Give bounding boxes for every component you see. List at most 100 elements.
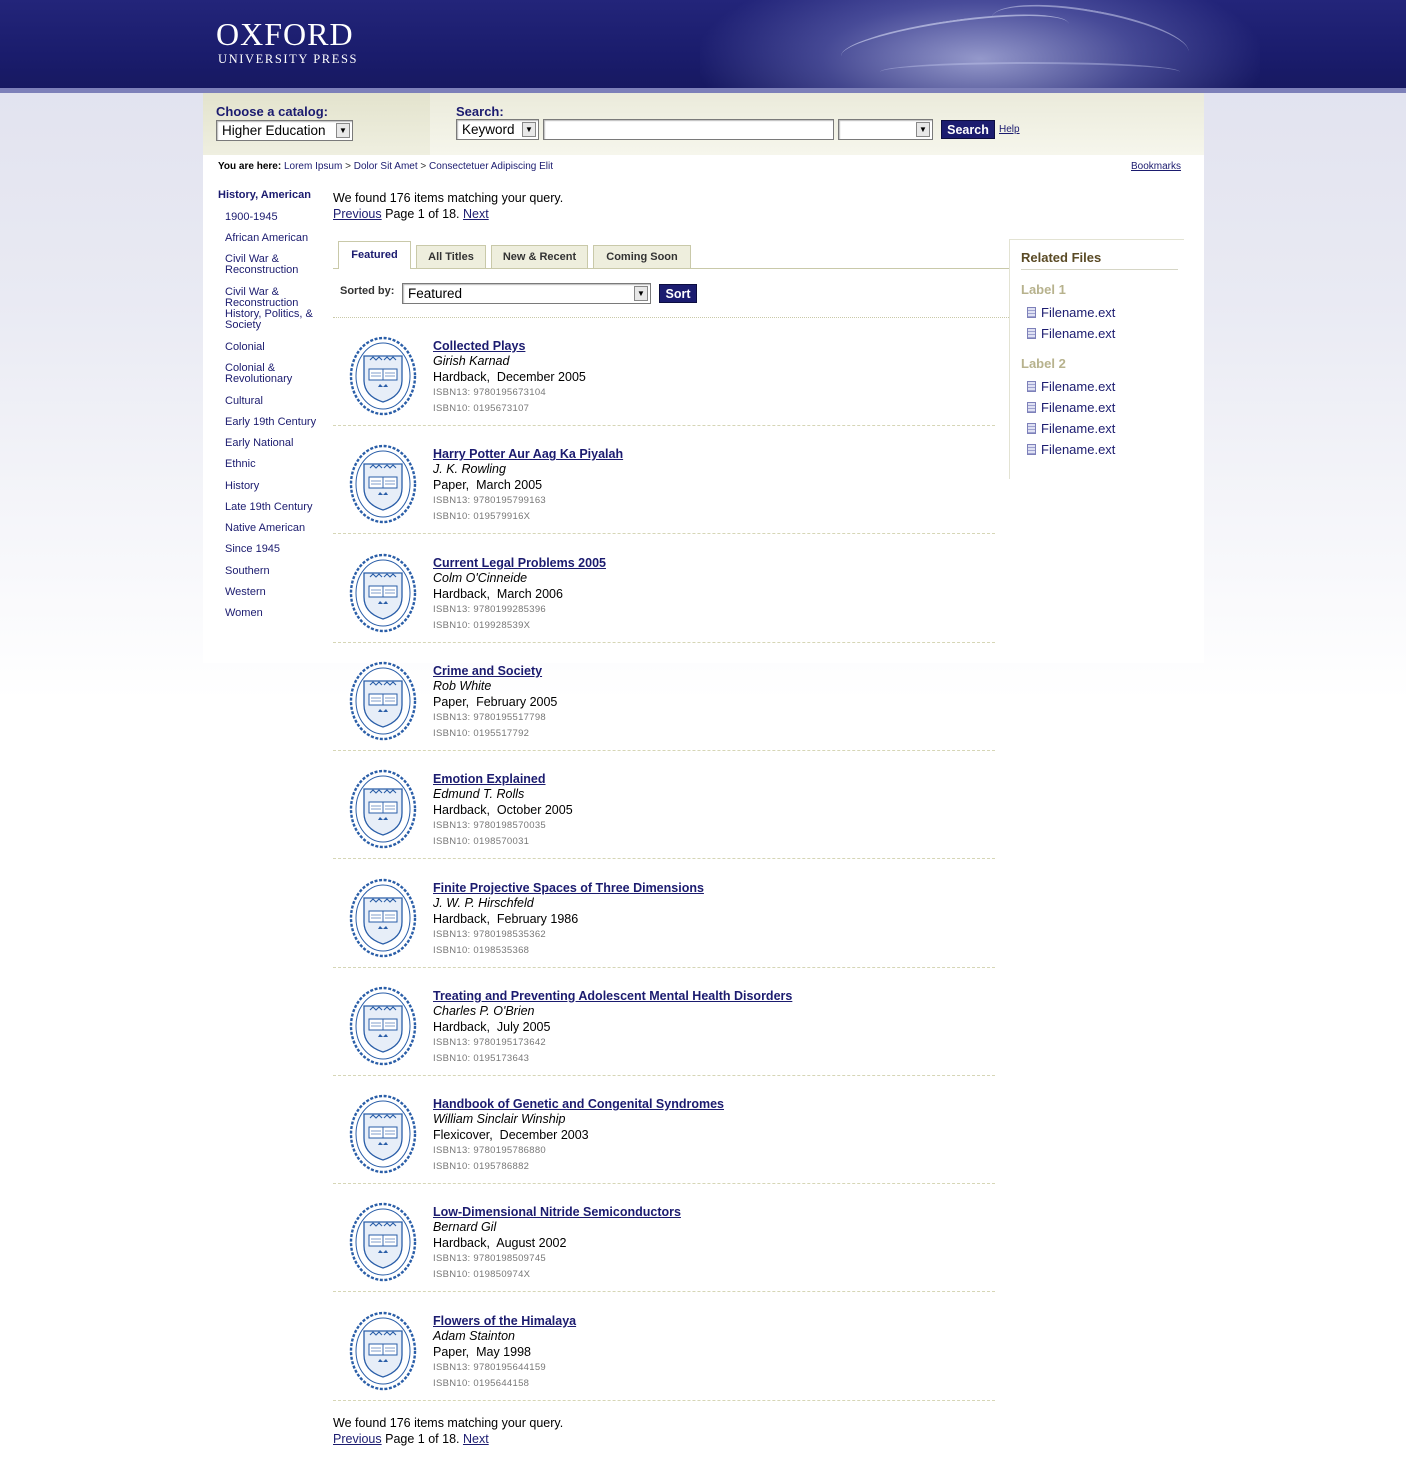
results-count: We found 176 items matching your query. [333, 191, 564, 205]
sidebar-title[interactable]: History, American [218, 189, 311, 201]
dropdown-arrow-icon: ▼ [336, 123, 350, 138]
pager-top: Previous Page 1 of 18. Next [333, 207, 489, 221]
result-title-link[interactable]: Low-Dimensional Nitride Semiconductors [433, 1205, 681, 1219]
tab-coming-soon[interactable]: Coming Soon [593, 245, 691, 268]
result-isbn10: ISBN10: 0198570031 [433, 836, 530, 848]
file-link[interactable]: Filename.ext [1027, 326, 1115, 341]
file-link[interactable]: Filename.ext [1027, 305, 1115, 320]
document-icon [1027, 423, 1036, 434]
result-isbn13: ISBN13: 9780198535362 [433, 928, 547, 940]
file-name: Filename.ext [1041, 379, 1116, 394]
dropdown-arrow-icon: ▼ [522, 122, 536, 137]
sidebar-item[interactable]: Since 1945 [225, 544, 325, 555]
result-title-link[interactable]: Treating and Preventing Adolescent Menta… [433, 989, 792, 1003]
search-field-select[interactable]: Keyword ▼ [456, 119, 539, 140]
breadcrumb-item[interactable]: Consectetuer Adipiscing Elit [429, 161, 553, 172]
result-format-date: Hardback, December 2005 [433, 370, 586, 384]
result-author: Adam Stainton [433, 1328, 515, 1343]
result-divider [333, 641, 995, 643]
search-scope-select[interactable]: ▼ [838, 119, 933, 140]
oxford-crest-icon[interactable] [348, 986, 418, 1066]
sidebar-item[interactable]: Native American [225, 523, 325, 534]
sidebar-item[interactable]: Women [225, 608, 325, 619]
sidebar-item[interactable]: Southern [225, 566, 325, 577]
result-title-link[interactable]: Finite Projective Spaces of Three Dimens… [433, 881, 704, 895]
sidebar-item[interactable]: History [225, 481, 325, 492]
sidebar-item[interactable]: Early 19th Century [225, 417, 325, 428]
result-title-link[interactable]: Crime and Society [433, 664, 542, 678]
sidebar-item[interactable]: Colonial & Revolutionary [225, 363, 305, 385]
tab-all-titles[interactable]: All Titles [416, 245, 486, 268]
related-group-label: Label 2 [1021, 356, 1066, 371]
result-title-link[interactable]: Current Legal Problems 2005 [433, 556, 606, 570]
next-link[interactable]: Next [463, 1432, 489, 1446]
catalog-select[interactable]: Higher Education ▼ [216, 120, 353, 141]
sidebar-item[interactable]: Civil War & Reconstruction [225, 254, 310, 276]
oxford-crest-icon[interactable] [348, 553, 418, 633]
result-isbn13: ISBN13: 9780198570035 [433, 820, 547, 832]
sidebar-item[interactable]: Western [225, 587, 325, 598]
page-indicator: Page 1 of 18. [385, 1432, 460, 1446]
previous-link[interactable]: Previous [333, 1432, 382, 1446]
sidebar-item[interactable]: Colonial [225, 342, 325, 353]
previous-link[interactable]: Previous [333, 207, 382, 221]
sort-select[interactable]: Featured ▼ [402, 283, 651, 304]
result-author: Bernard Gil [433, 1220, 497, 1235]
sidebar-item[interactable]: African American [225, 233, 325, 244]
oxford-crest-icon[interactable] [348, 661, 418, 741]
oxford-crest-icon[interactable] [348, 1202, 418, 1282]
sidebar-item[interactable]: Early National [225, 438, 325, 449]
file-link[interactable]: Filename.ext [1027, 400, 1115, 415]
dropdown-arrow-icon: ▼ [916, 122, 930, 137]
sidebar-item[interactable]: 1900-1945 [225, 212, 325, 223]
sidebar-item[interactable]: Cultural [225, 396, 325, 407]
result-item: Current Legal Problems 2005 Colm O'Cinne… [333, 543, 995, 651]
result-isbn13: ISBN13: 9780195173642 [433, 1036, 547, 1048]
oxford-crest-icon[interactable] [348, 336, 418, 416]
sidebar-item[interactable]: Late 19th Century [225, 502, 325, 513]
oxford-crest-icon[interactable] [348, 878, 418, 958]
search-input[interactable] [543, 119, 834, 140]
related-files-panel: Related Files Label 1 Filename.ext Filen… [1009, 239, 1184, 479]
tab-new-recent[interactable]: New & Recent [491, 245, 588, 268]
result-item: Handbook of Genetic and Congenital Syndr… [333, 1084, 995, 1192]
result-item: Treating and Preventing Adolescent Menta… [333, 976, 995, 1084]
breadcrumb-item[interactable]: Dolor Sit Amet [354, 161, 418, 172]
result-title-link[interactable]: Harry Potter Aur Aag Ka Piyalah [433, 447, 623, 461]
next-link[interactable]: Next [463, 207, 489, 221]
file-link[interactable]: Filename.ext [1027, 379, 1115, 394]
result-divider [333, 749, 995, 751]
breadcrumb-item[interactable]: Lorem Ipsum [284, 161, 342, 172]
tab-featured[interactable]: Featured [338, 241, 411, 269]
result-isbn13: ISBN13: 9780195644159 [433, 1361, 547, 1373]
result-title-link[interactable]: Handbook of Genetic and Congenital Syndr… [433, 1097, 724, 1111]
oxford-crest-icon[interactable] [348, 444, 418, 524]
search-label: Search: [456, 104, 504, 119]
results-count-bottom: We found 176 items matching your query. [333, 1416, 564, 1430]
result-format-date: Hardback, August 2002 [433, 1236, 567, 1251]
bookmarks-link[interactable]: Bookmarks [1131, 161, 1181, 172]
search-button[interactable]: Search [941, 120, 995, 139]
oxford-crest-icon[interactable] [348, 769, 418, 849]
result-divider [333, 1074, 995, 1076]
sidebar-item[interactable]: Ethnic [225, 459, 325, 470]
file-name: Filename.ext [1041, 326, 1116, 341]
result-format-date: Hardback, July 2005 [433, 1019, 551, 1034]
breadcrumb-prefix: You are here: [218, 161, 282, 172]
help-link[interactable]: Help [999, 124, 1020, 135]
file-link[interactable]: Filename.ext [1027, 421, 1115, 436]
sidebar-item[interactable]: Civil War & Reconstruction History, Poli… [225, 287, 320, 331]
related-files-title: Related Files [1021, 250, 1102, 265]
oxford-crest-icon[interactable] [348, 1311, 418, 1391]
result-title-link[interactable]: Flowers of the Himalaya [433, 1314, 576, 1328]
sort-button[interactable]: Sort [659, 284, 697, 303]
result-title-link[interactable]: Emotion Explained [433, 772, 546, 786]
file-link[interactable]: Filename.ext [1027, 442, 1115, 457]
result-isbn10: ISBN10: 0195786882 [433, 1161, 530, 1173]
result-isbn10: ISBN10: 0195644158 [433, 1377, 530, 1389]
result-title-link[interactable]: Collected Plays [433, 339, 525, 353]
logo-oxford[interactable]: OXFORD [216, 16, 354, 53]
result-format-date: Hardback, February 1986 [433, 911, 579, 926]
oxford-crest-icon[interactable] [348, 1094, 418, 1174]
document-icon [1027, 328, 1036, 339]
